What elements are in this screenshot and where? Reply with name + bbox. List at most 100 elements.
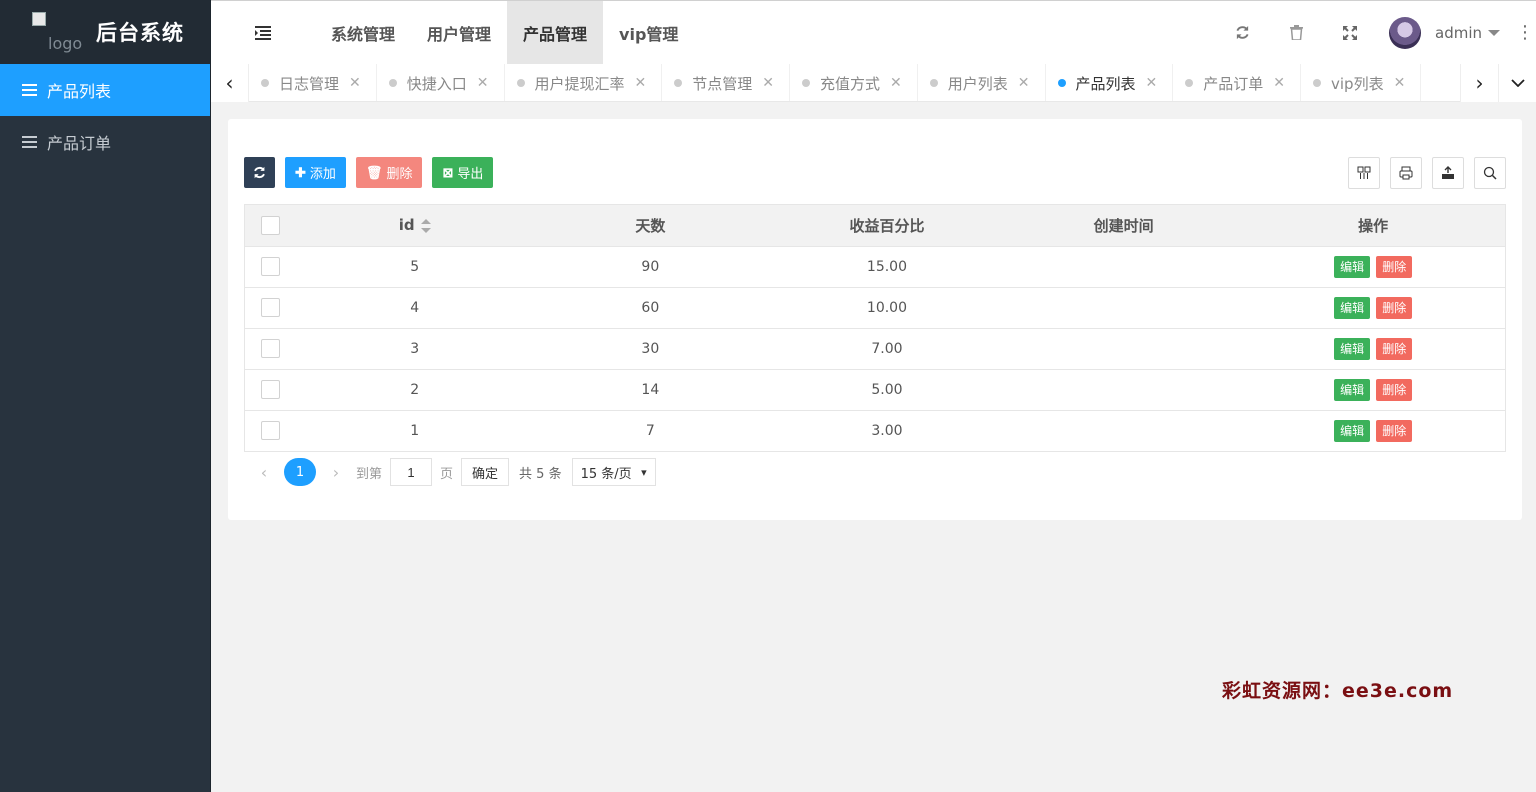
trash-icon: 🗑︎ [365,164,383,180]
refresh-icon[interactable] [1215,1,1269,64]
sidebar-item-product-list[interactable]: 产品列表 [0,64,210,116]
tab-label: 产品订单 [1203,74,1264,93]
user-menu[interactable]: admin [1377,1,1514,64]
tab-dot [1057,79,1066,87]
close-icon[interactable]: ✕ [762,75,774,91]
row-checkbox[interactable] [261,380,281,399]
close-icon[interactable]: ✕ [1146,75,1158,91]
chevron-down-icon[interactable] [1498,64,1536,102]
cell-rate: 10.00 [866,299,907,316]
cell-created [1006,328,1242,369]
indent-icon [255,25,271,40]
tab-dot [388,79,397,87]
nav-system-management[interactable]: 系统管理 [315,1,411,64]
top-nav: 系统管理 用户管理 产品管理 vip管理 [315,1,694,64]
refresh-icon [254,166,265,179]
tab-dot [516,79,525,87]
list-icon [22,136,37,148]
delete-button[interactable]: 删除 [1376,419,1413,442]
page-input[interactable] [390,458,433,486]
tab-vip-list[interactable]: vip列表 ✕ [1301,64,1422,101]
tab-node-management[interactable]: 节点管理 ✕ [662,64,790,101]
cell-id: 1 [410,422,420,439]
menu-toggle-button[interactable] [211,1,315,64]
column-label: id [398,216,415,235]
tab-log-management[interactable]: 日志管理 ✕ [249,64,377,101]
close-icon[interactable]: ✕ [1273,75,1285,91]
select-all-checkbox[interactable] [261,215,281,235]
batch-delete-button[interactable]: 🗑︎ 删除 [355,157,423,188]
columns-icon[interactable] [1348,157,1380,189]
column-header-id[interactable]: id [297,205,533,246]
tab-shortcut-entry[interactable]: 快捷入口 ✕ [377,64,505,101]
export-icon[interactable] [1432,157,1464,189]
tab-label: 日志管理 [279,74,340,93]
tab-dot [1313,79,1321,87]
delete-button[interactable]: 删除 [1376,255,1413,278]
cell-id: 3 [410,340,420,357]
delete-button[interactable]: 删除 [1376,378,1413,401]
tab-list: 日志管理 ✕ 快捷入口 ✕ 用户提现汇率 ✕ 节点管理 ✕ 充值方式 ✕ 用户列表 ✕ 产品… [249,64,1460,101]
add-button[interactable]: ✚ 添加 [285,157,346,188]
tab-product-list[interactable]: 产品列表 ✕ [1046,64,1174,101]
nav-vip-management[interactable]: vip管理 [603,1,694,64]
avatar [1389,16,1421,49]
cell-rate: 3.00 [871,422,903,439]
select-all-cell [245,205,297,246]
tab-product-orders[interactable]: 产品订单 ✕ [1173,64,1301,101]
edit-button[interactable]: 编辑 [1334,378,1371,401]
sidebar-item-label: 产品列表 [47,82,112,101]
cell-days: 7 [645,422,655,439]
prev-page-icon[interactable]: ‹ [252,463,276,482]
edit-button[interactable]: 编辑 [1334,255,1371,278]
chevron-right-icon[interactable]: › [1460,64,1498,102]
column-header-created: 创建时间 [1093,216,1154,235]
edit-button[interactable]: 编辑 [1334,296,1371,319]
header-actions: admin ⋮ [1215,1,1536,64]
current-page[interactable]: 1 [284,458,316,486]
row-checkbox[interactable] [261,339,281,358]
app-title: 后台系统 [96,21,184,45]
tab-withdraw-rate[interactable]: 用户提现汇率 ✕ [505,64,663,101]
row-checkbox[interactable] [261,257,281,276]
nav-user-management[interactable]: 用户管理 [411,1,507,64]
goto-confirm-button[interactable]: 确定 [461,458,510,486]
close-icon[interactable]: ✕ [349,75,361,91]
chevron-down-icon: ▾ [641,465,647,479]
more-vertical-icon[interactable]: ⋮ [1514,1,1536,64]
tab-label: vip列表 [1331,74,1384,93]
refresh-button[interactable] [244,157,275,188]
cell-id: 2 [410,381,420,398]
plus-icon: ✚ [295,164,306,180]
delete-button[interactable]: 删除 [1376,296,1413,319]
edit-button[interactable]: 编辑 [1334,337,1371,360]
print-icon[interactable] [1390,157,1422,189]
fullscreen-icon[interactable] [1323,1,1377,64]
close-icon[interactable]: ✕ [1394,75,1406,91]
table-toolbar: ✚ 添加 🗑︎ 删除 ⊠ 导出 [244,157,503,188]
next-page-icon[interactable]: › [324,463,348,482]
close-icon[interactable]: ✕ [477,75,489,91]
tab-user-list[interactable]: 用户列表 ✕ [918,64,1046,101]
export-button[interactable]: ⊠ 导出 [432,157,494,188]
close-icon[interactable]: ✕ [1018,75,1030,91]
cell-rate: 7.00 [871,340,903,357]
logo-alt-text: logo [48,34,83,53]
row-checkbox[interactable] [261,421,281,441]
table-row: 2 14 5.00 编辑 删除 [245,369,1505,410]
edit-button[interactable]: 编辑 [1334,419,1371,442]
close-icon[interactable]: ✕ [635,75,647,91]
delete-button[interactable]: 删除 [1376,337,1413,360]
sidebar-item-product-orders[interactable]: 产品订单 [0,116,210,168]
search-icon[interactable] [1474,157,1506,189]
column-header-rate: 收益百分比 [849,216,925,235]
tab-recharge-methods[interactable]: 充值方式 ✕ [790,64,918,101]
close-icon[interactable]: ✕ [890,75,902,91]
row-checkbox[interactable] [261,298,281,317]
table-row: 1 7 3.00 编辑 删除 [245,410,1505,451]
page-size-select[interactable]: 15 条/页 ▾ [571,458,656,486]
nav-product-management[interactable]: 产品管理 [507,1,604,64]
trash-icon[interactable] [1269,1,1323,64]
sort-icon[interactable] [420,218,431,233]
chevron-left-icon[interactable]: ‹ [211,64,249,102]
